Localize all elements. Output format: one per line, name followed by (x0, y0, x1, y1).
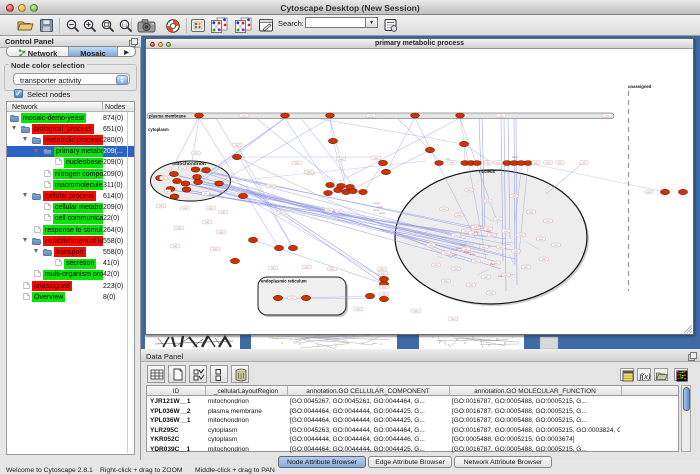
svg-text:xxxx: xxxx (382, 286, 388, 289)
svg-text:xxxx: xxxx (469, 284, 475, 287)
svg-text:xxxx: xxxx (498, 275, 504, 278)
svg-text:xxxx: xxxx (369, 115, 375, 118)
svg-text:xxxx: xxxx (219, 231, 225, 234)
svg-text:xxxx: xxxx (305, 266, 311, 269)
svg-text:xxxx: xxxx (490, 263, 496, 266)
svg-text:xxxx: xxxx (457, 214, 463, 217)
svg-text:xxxx: xxxx (444, 252, 450, 255)
svg-text:xxxx: xxxx (546, 162, 552, 165)
svg-text:nucleus: nucleus (479, 169, 495, 174)
svg-text:xxxx: xxxx (496, 218, 502, 221)
svg-text:xxxx: xxxx (582, 162, 588, 165)
svg-text:xxxx: xxxx (194, 152, 200, 155)
svg-text:xxxx: xxxx (213, 248, 219, 251)
svg-text:xxxx: xxxx (380, 268, 386, 271)
svg-text:xxxx: xxxx (205, 221, 211, 224)
svg-text:xxxx: xxxx (177, 227, 183, 230)
svg-text:xxxx: xxxx (173, 245, 179, 248)
svg-text:xxxx: xxxx (474, 260, 480, 263)
svg-text:endoplasmic reticulum: endoplasmic reticulum (261, 279, 307, 284)
svg-text:xxxx: xxxx (504, 274, 510, 277)
svg-text:xxxx: xxxx (381, 272, 387, 275)
svg-text:xxxx: xxxx (382, 293, 388, 296)
svg-text:plasma membrane: plasma membrane (149, 114, 186, 119)
svg-text:xxxx: xxxx (486, 230, 492, 233)
svg-text:xxxx: xxxx (454, 268, 460, 271)
svg-text:xxxx: xxxx (330, 268, 336, 271)
svg-text:xxxx: xxxx (235, 144, 241, 147)
svg-text:xxxx: xxxx (290, 297, 296, 300)
svg-text:xxxx: xxxx (486, 162, 492, 165)
svg-text:xxxx: xxxx (554, 244, 560, 247)
svg-text:xxxx: xxxx (478, 225, 484, 228)
svg-text:xxxx: xxxx (546, 220, 552, 223)
svg-text:xxxx: xxxx (496, 162, 502, 165)
svg-text:xxxx: xxxx (605, 115, 611, 118)
svg-text:cytoplasm: cytoplasm (148, 127, 169, 132)
svg-text:xxxx: xxxx (464, 251, 470, 254)
svg-text:xxxx: xxxx (484, 276, 490, 279)
svg-text:xxxx: xxxx (442, 208, 448, 211)
svg-text:xxxxx: xxxxx (374, 202, 381, 205)
svg-text:xxxx: xxxx (499, 115, 505, 118)
svg-text:xxxx: xxxx (456, 247, 462, 250)
svg-text:xxxx: xxxx (339, 158, 345, 161)
svg-text:xxxx: xxxx (558, 162, 564, 165)
svg-text:f(x): f(x) (639, 372, 650, 381)
svg-text:xxxx: xxxx (451, 318, 457, 321)
svg-text:xxxx: xxxx (490, 234, 496, 237)
svg-text:xxxx: xxxx (271, 267, 277, 270)
svg-text:xxxx: xxxx (454, 234, 460, 237)
svg-text:xxxx: xxxx (452, 254, 458, 257)
svg-text:xxxx: xxxx (450, 162, 456, 165)
svg-text:xxxx: xxxx (524, 266, 530, 269)
svg-text:xxxx: xxxx (539, 238, 545, 241)
svg-text:xxxx: xxxx (519, 234, 525, 237)
svg-text:xxxx: xxxx (327, 209, 333, 212)
svg-text:xxxx: xxxx (429, 244, 435, 247)
svg-text:xxxx: xxxx (647, 191, 653, 194)
svg-text:xxxx: xxxx (242, 115, 248, 118)
svg-text:xxxx: xxxx (489, 292, 495, 295)
svg-text:xxxx: xxxx (504, 230, 510, 233)
svg-text:xxxx: xxxx (534, 162, 540, 165)
svg-text:xxxx: xxxx (444, 280, 450, 283)
svg-text:xxxx: xxxx (356, 308, 362, 311)
svg-text:xxxx: xxxx (295, 162, 301, 165)
svg-text:unassigned: unassigned (628, 84, 652, 89)
svg-text:xxxx: xxxx (512, 195, 518, 198)
svg-text:xxxx: xxxx (474, 231, 480, 234)
svg-text:xxxx: xxxx (269, 185, 275, 188)
svg-text:1:1: 1:1 (122, 22, 128, 27)
svg-text:xxxx: xxxx (499, 246, 505, 249)
svg-text:xxxx: xxxx (470, 253, 476, 256)
svg-text:xxxx: xxxx (482, 246, 488, 249)
svg-text:xxxx: xxxx (514, 250, 520, 253)
svg-text:xxxxx: xxxxx (379, 212, 386, 215)
svg-text:mitochondrion: mitochondrion (172, 161, 206, 167)
svg-text:xxxx: xxxx (307, 171, 313, 174)
svg-text:xxxx: xxxx (529, 211, 535, 214)
svg-text:xxxx: xxxx (374, 157, 380, 160)
svg-text:xxxx: xxxx (486, 200, 492, 203)
svg-text:xxxx: xxxx (414, 310, 420, 313)
svg-text:xxxx: xxxx (183, 207, 189, 210)
svg-text:xxxx: xxxx (221, 211, 227, 214)
svg-text:xxxx: xxxx (461, 244, 467, 247)
svg-text:xxxx: xxxx (159, 205, 165, 208)
svg-text:xxxx: xxxx (434, 264, 440, 267)
svg-text:xxxx: xxxx (279, 212, 285, 215)
svg-text:xxxx: xxxx (467, 189, 473, 192)
svg-text:xxxxx: xxxxx (512, 156, 519, 159)
svg-text:xxxx: xxxx (209, 207, 215, 210)
svg-text:xxxx: xxxx (542, 258, 548, 261)
